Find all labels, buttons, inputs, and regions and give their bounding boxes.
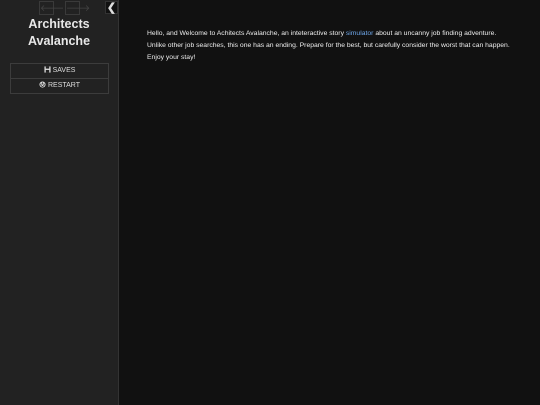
- chevron-left-icon: ❮: [106, 2, 117, 14]
- passage-line-2: Unlike other job searches, this one has …: [147, 42, 510, 49]
- story-menu: SAVES RESTART: [10, 63, 109, 94]
- restart-button[interactable]: RESTART: [11, 78, 108, 93]
- history-forward-button[interactable]: 🡒: [65, 1, 90, 15]
- arrow-right-icon: 🡒: [66, 3, 91, 13]
- history-controls: 🡐 🡒: [39, 1, 90, 15]
- passage-text: Hello, and Welcome to Achitects Avalanch…: [147, 30, 346, 37]
- story-title: Architects Avalanche: [0, 16, 118, 50]
- save-icon: [44, 66, 51, 73]
- restart-label: RESTART: [47, 82, 81, 89]
- simulator-link[interactable]: simulator: [346, 30, 374, 37]
- ui-sidebar: 🡐 🡒 ❮ Architects Avalanche SAVES RESTART: [0, 0, 119, 405]
- story-passage: Hello, and Welcome to Achitects Avalanch…: [147, 28, 517, 64]
- saves-label: SAVES: [52, 67, 76, 74]
- story-title-line2: Avalanche: [27, 34, 91, 48]
- story-frame: 🡐 🡒 ❮ Architects Avalanche SAVES RESTART…: [0, 0, 540, 405]
- arrow-left-icon: 🡐: [40, 3, 65, 13]
- sidebar-toggle-button[interactable]: ❮: [105, 1, 118, 14]
- story-title-line1: Architects: [28, 17, 90, 31]
- passage-line-3: Enjoy your stay!: [147, 54, 196, 61]
- passage-line-1: Hello, and Welcome to Achitects Avalanch…: [147, 28, 517, 40]
- passage-text: about an uncanny job finding adventure.: [373, 30, 497, 37]
- history-backward-button[interactable]: 🡐: [39, 1, 64, 15]
- saves-button[interactable]: SAVES: [11, 64, 108, 78]
- power-icon: [39, 81, 46, 88]
